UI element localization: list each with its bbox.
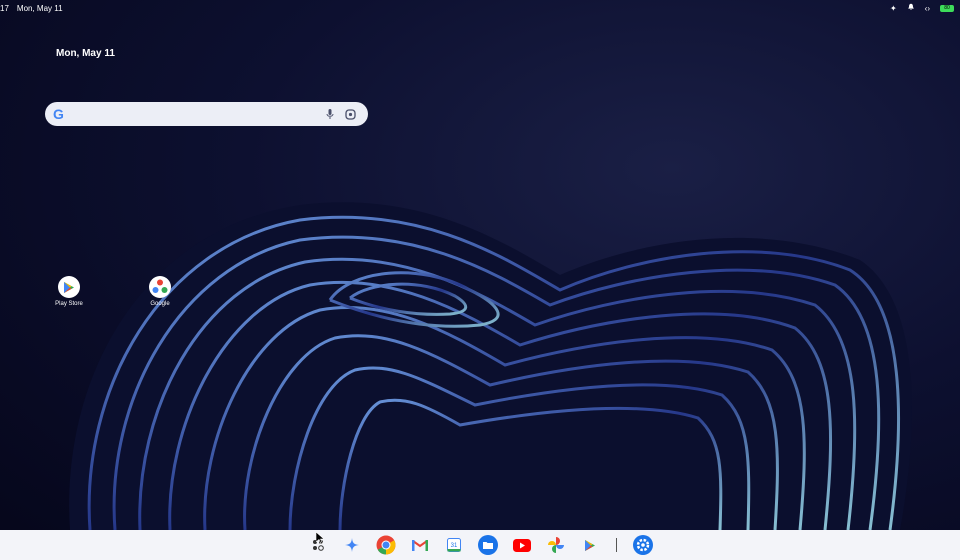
mouse-cursor-icon: [315, 531, 325, 549]
status-date[interactable]: Mon, May 11: [17, 4, 63, 13]
battery-level: 80: [944, 5, 950, 11]
chrome-icon[interactable]: [374, 533, 398, 557]
status-bar: 17 Mon, May 11 ✦ ‹› 80: [0, 0, 960, 16]
gemini-sparkle-icon[interactable]: [340, 533, 364, 557]
desktop-icon-play-store[interactable]: Play Store: [44, 276, 94, 307]
notification-bell-icon[interactable]: [907, 3, 915, 13]
photos-icon[interactable]: [544, 533, 568, 557]
desktop-icon-google[interactable]: Google: [135, 276, 185, 307]
gemini-status-icon[interactable]: ✦: [890, 4, 897, 13]
desktop-icon-label: Google: [150, 301, 170, 307]
calendar-date: 31: [450, 543, 457, 549]
microphone-icon[interactable]: [320, 108, 340, 120]
search-input[interactable]: [69, 104, 320, 124]
files-icon[interactable]: [476, 533, 500, 557]
status-time: 17: [0, 3, 9, 13]
play-store-icon: [58, 276, 80, 298]
desktop-icon-label: Play Store: [55, 301, 83, 307]
network-icon[interactable]: ‹›: [925, 4, 930, 13]
gmail-icon[interactable]: [408, 533, 432, 557]
play-store-icon[interactable]: [578, 533, 602, 557]
search-widget[interactable]: G: [45, 102, 368, 126]
settings-gear-icon[interactable]: [631, 533, 655, 557]
google-g-icon: G: [53, 106, 64, 122]
google-lens-icon[interactable]: [340, 108, 360, 120]
battery-icon[interactable]: 80: [940, 4, 954, 12]
desktop-date: Mon, May 11: [56, 48, 115, 59]
youtube-icon[interactable]: [510, 533, 534, 557]
shelf: 31: [0, 530, 960, 560]
calendar-icon[interactable]: 31: [442, 533, 466, 557]
shelf-divider: [615, 538, 617, 552]
google-folder-icon: [149, 276, 171, 298]
